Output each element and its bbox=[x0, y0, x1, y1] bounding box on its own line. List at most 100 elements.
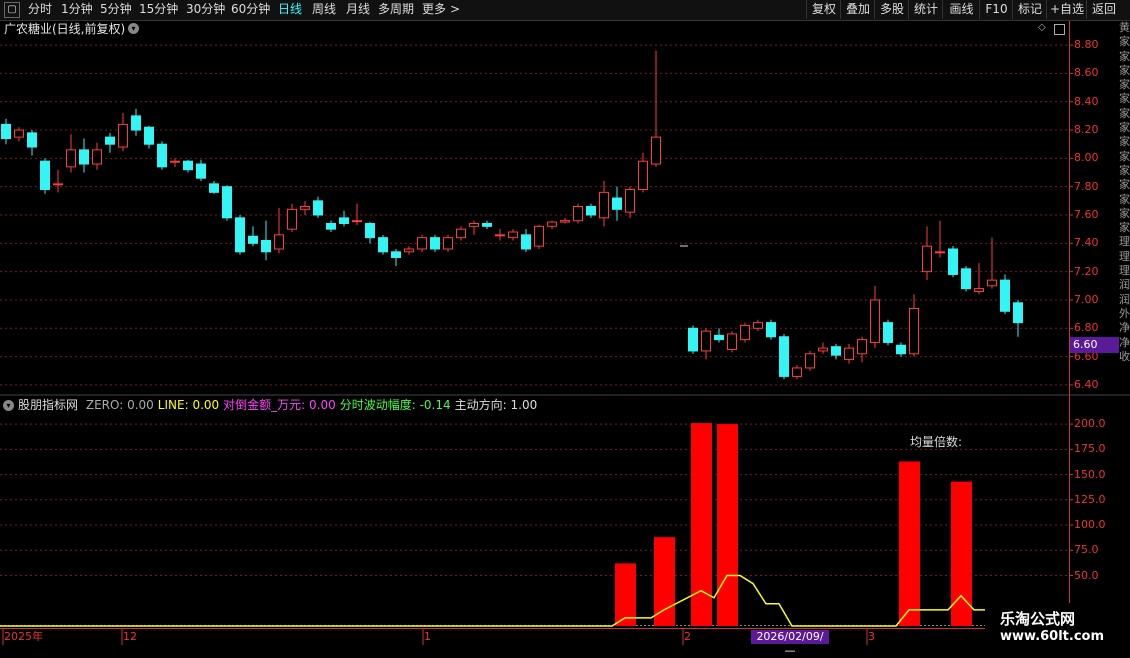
candle bbox=[740, 322, 750, 343]
date-tick-label: 2 bbox=[684, 630, 691, 643]
price-chart[interactable] bbox=[0, 0, 1130, 650]
indicator-name[interactable]: 股朋指标网 bbox=[18, 398, 78, 412]
indicator-tick-label: 75.0 bbox=[1074, 543, 1099, 557]
candle bbox=[818, 342, 828, 354]
toolbar-button[interactable]: 叠加 bbox=[840, 0, 875, 19]
candle bbox=[896, 342, 906, 357]
toolbar-button[interactable]: +自选 bbox=[1046, 0, 1087, 19]
period-tab[interactable]: 15分钟 bbox=[139, 0, 178, 19]
candle bbox=[313, 196, 323, 218]
candle-body bbox=[792, 367, 802, 377]
candle-body bbox=[300, 206, 310, 210]
period-tab[interactable]: 30分钟 bbox=[186, 0, 225, 19]
period-tab[interactable]: 月线 bbox=[346, 0, 370, 19]
candle-body bbox=[547, 221, 557, 227]
candle bbox=[508, 229, 518, 241]
candle bbox=[521, 229, 531, 252]
candle bbox=[430, 234, 440, 252]
back-arrow-icon[interactable]: ▢ bbox=[4, 2, 20, 18]
toolbar-button[interactable]: 复权 bbox=[806, 0, 841, 19]
candle-body bbox=[586, 206, 596, 216]
candle bbox=[922, 226, 932, 281]
candle bbox=[469, 220, 479, 235]
toolbar-button[interactable]: 统计 bbox=[908, 0, 943, 19]
toolbar-button[interactable]: F10 bbox=[979, 0, 1013, 19]
candle-body bbox=[1013, 302, 1023, 324]
strip-char: 家 bbox=[1119, 192, 1130, 206]
candle bbox=[339, 210, 349, 227]
candle bbox=[417, 234, 427, 252]
candle-body bbox=[909, 307, 919, 355]
period-tab[interactable]: 多周期 bbox=[378, 0, 414, 19]
candle-body bbox=[961, 268, 971, 290]
candle bbox=[586, 203, 596, 218]
strip-char: 外 bbox=[1119, 306, 1130, 320]
candle-body bbox=[753, 322, 763, 329]
current-price-tag: 6.60 bbox=[1070, 337, 1119, 353]
price-tick-label: 7.20 bbox=[1074, 264, 1099, 278]
indicator-bar bbox=[717, 424, 738, 626]
candle bbox=[196, 159, 206, 182]
candle bbox=[66, 134, 76, 173]
candle bbox=[883, 319, 893, 346]
candle bbox=[766, 319, 776, 340]
candle bbox=[935, 220, 945, 258]
candle bbox=[805, 350, 815, 371]
price-tick-label: 8.40 bbox=[1074, 94, 1099, 108]
candle-body bbox=[987, 279, 997, 287]
strip-char: 净 bbox=[1119, 321, 1130, 335]
candle bbox=[727, 331, 737, 353]
price-tick-label: 7.00 bbox=[1074, 292, 1099, 306]
candle bbox=[144, 125, 154, 149]
period-tab[interactable]: 1分钟 bbox=[61, 0, 93, 19]
date-tick-label: 2025年 bbox=[4, 630, 43, 643]
indicator-tick-label: 150.0 bbox=[1074, 467, 1106, 481]
candle bbox=[495, 229, 505, 241]
strip-char: 理 bbox=[1119, 264, 1130, 278]
candle bbox=[844, 343, 854, 364]
candle-body bbox=[66, 149, 76, 168]
strip-char: 家 bbox=[1119, 149, 1130, 163]
period-tab[interactable]: 60分钟 bbox=[231, 0, 270, 19]
candle-body bbox=[573, 206, 583, 222]
indicator-value: ZERO: 0.00 bbox=[85, 398, 154, 412]
candle-body bbox=[844, 347, 854, 360]
strip-char: 家 bbox=[1119, 106, 1130, 120]
window-toggle-icon[interactable] bbox=[1054, 24, 1065, 35]
candle-body bbox=[714, 334, 724, 341]
toolbar-button[interactable]: 标记 bbox=[1012, 0, 1047, 19]
strip-char: 净 bbox=[1119, 335, 1130, 349]
price-tick-label: 8.00 bbox=[1074, 151, 1099, 165]
candle-body bbox=[157, 143, 167, 168]
chevron-down-icon[interactable]: ▾ bbox=[128, 23, 139, 34]
toolbar-button[interactable]: 返回 bbox=[1086, 0, 1121, 19]
price-tick-label: 8.80 bbox=[1074, 38, 1099, 52]
candle-body bbox=[948, 248, 958, 275]
candle bbox=[560, 217, 570, 224]
candle-body bbox=[1000, 279, 1010, 312]
candle-body bbox=[779, 336, 789, 377]
indicator-menu-icon[interactable]: ▾ bbox=[3, 400, 14, 411]
period-tab[interactable]: 日线 bbox=[278, 0, 302, 19]
candle-body bbox=[391, 251, 401, 258]
strip-char: 理 bbox=[1119, 249, 1130, 263]
candle-body bbox=[857, 339, 867, 355]
toolbar-button[interactable]: 多股 bbox=[874, 0, 909, 19]
strip-char: 家 bbox=[1119, 163, 1130, 177]
chevron-right-icon[interactable]: > bbox=[450, 0, 460, 19]
period-tab[interactable]: 周线 bbox=[312, 0, 336, 19]
candle-body bbox=[638, 160, 648, 191]
diamond-icon[interactable]: ◇ bbox=[1038, 22, 1046, 33]
candle bbox=[365, 222, 375, 244]
candle-body bbox=[40, 160, 50, 191]
candle-body bbox=[79, 149, 89, 165]
period-tab[interactable]: 5分钟 bbox=[100, 0, 132, 19]
period-tab[interactable]: 分时 bbox=[28, 0, 52, 19]
stock-title: 广农糖业(日线,前复权) bbox=[4, 22, 126, 36]
candle bbox=[170, 158, 180, 167]
strip-char: 家 bbox=[1119, 92, 1130, 106]
price-tick-label: 7.80 bbox=[1074, 179, 1099, 193]
candle-body bbox=[818, 347, 828, 352]
period-tab[interactable]: 更多 bbox=[422, 0, 446, 19]
toolbar-button[interactable]: 画线 bbox=[942, 0, 980, 19]
